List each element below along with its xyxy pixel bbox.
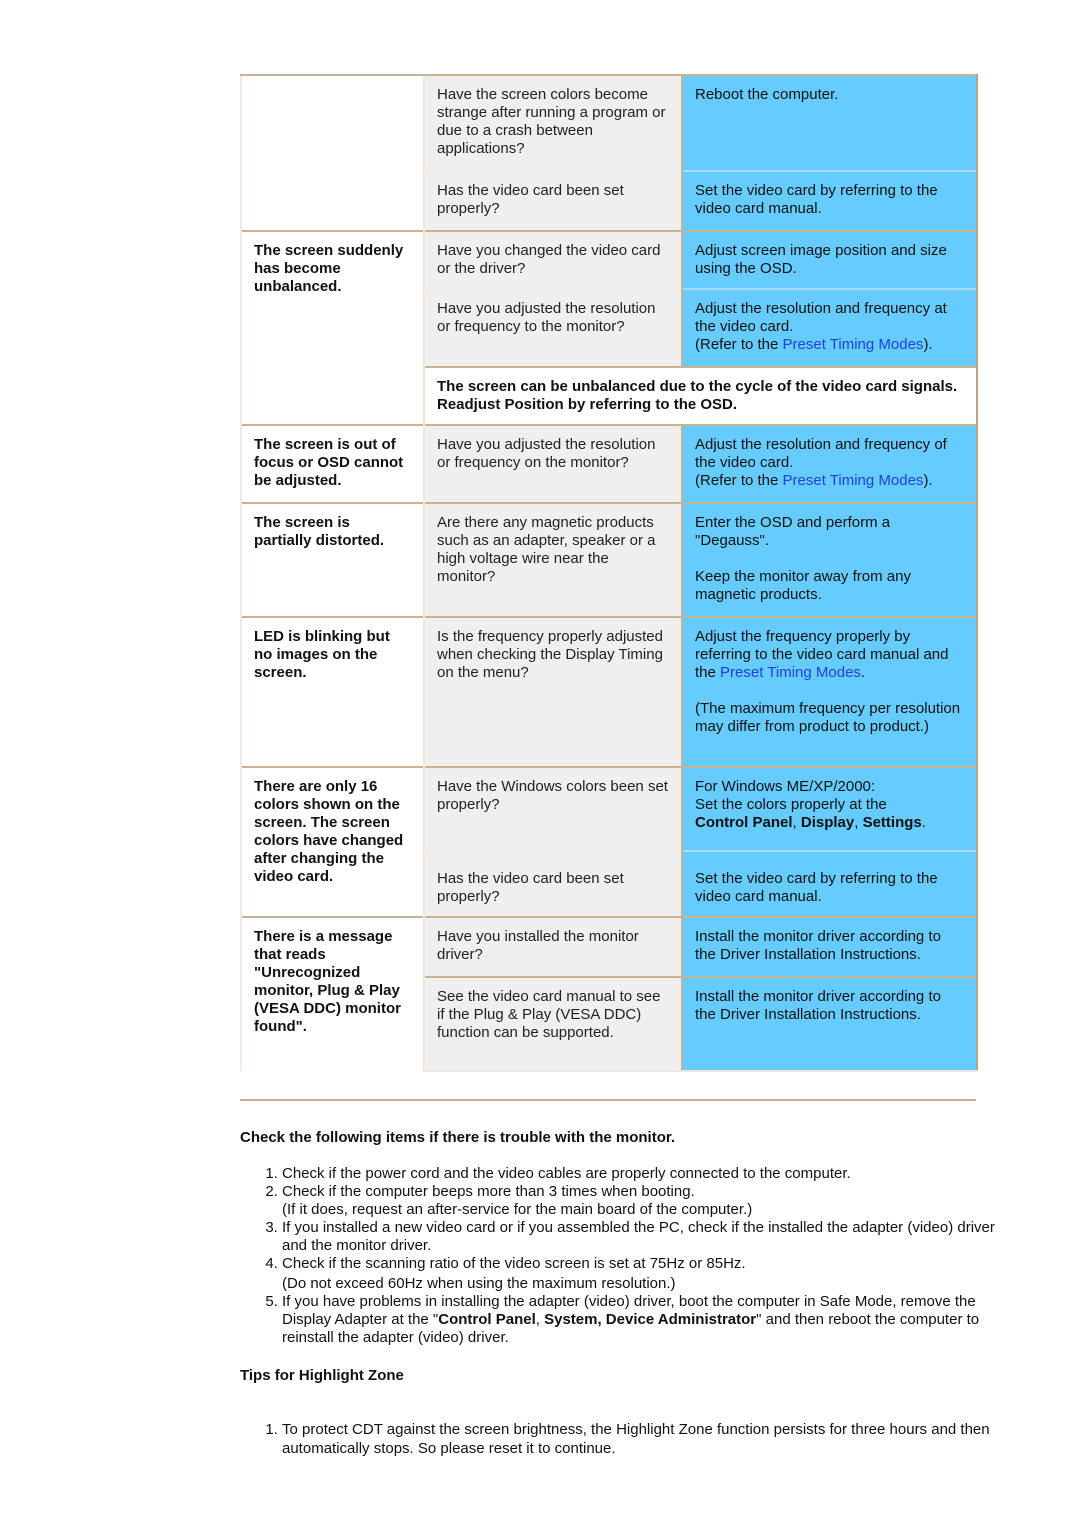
table-row: The screen suddenly has become unbalance…: [240, 230, 978, 425]
list-item-subtext: (If it does, request an after-service fo…: [282, 1201, 753, 1218]
troubleshooting-table: Have the screen colors become strange af…: [240, 74, 978, 1072]
answer-text: ).: [923, 472, 933, 489]
answer-cell: Install the monitor driver according to …: [681, 976, 978, 1072]
list-item-bold: System, Device Administrator: [544, 1311, 757, 1328]
answer-cell: Enter the OSD and perform a "Degauss". K…: [681, 502, 978, 617]
note-cell: The screen can be unbalanced due to the …: [423, 366, 978, 425]
table-row: There is a message that reads "Unrecogni…: [240, 916, 978, 1071]
list-item: To protect CDT against the screen bright…: [282, 1420, 1012, 1458]
answer-text: (Refer to the: [695, 336, 783, 353]
answer-text: Set the colors properly at the: [695, 796, 887, 813]
question-cell: Have the screen colors become strange af…: [423, 74, 682, 171]
question-cell: Have you adjusted the resolution or freq…: [423, 424, 682, 503]
symptom-cell: There is a message that reads "Unrecogni…: [240, 916, 424, 1071]
answer-cell: Reboot the computer.: [681, 74, 978, 171]
table-row: The screen is partially distorted. Are t…: [240, 502, 978, 617]
answer-text: (The maximum frequency per resolution ma…: [695, 700, 961, 735]
table-row: LED is blinking but no images on the scr…: [240, 616, 978, 767]
answer-cell: Install the monitor driver according to …: [681, 916, 978, 977]
separator: ,: [854, 814, 863, 831]
question-cell: See the video card manual to see if the …: [423, 976, 682, 1072]
separator: ,: [792, 814, 801, 831]
symptom-cell: The screen is out of focus or OSD cannot…: [240, 424, 424, 503]
preset-timing-modes-link[interactable]: Preset Timing Modes: [720, 664, 861, 681]
list-item-text: To protect CDT against the screen bright…: [282, 1421, 990, 1457]
answer-cell: Set the video card by referring to the v…: [681, 850, 978, 917]
table-row: Have the screen colors become strange af…: [240, 74, 978, 231]
list-item-subtext: (Do not exceed 60Hz when using the maxim…: [282, 1275, 676, 1292]
tips-list: To protect CDT against the screen bright…: [240, 1420, 1012, 1458]
check-heading: Check the following items if there is tr…: [240, 1129, 676, 1146]
question-cell: Is the frequency properly adjusted when …: [423, 616, 682, 767]
symptom-cell: LED is blinking but no images on the scr…: [240, 616, 424, 767]
list-item-text: Check if the scanning ratio of the video…: [282, 1255, 746, 1272]
symptom-cell: There are only 16 colors shown on the sc…: [240, 766, 424, 917]
table-row: There are only 16 colors shown on the sc…: [240, 766, 978, 917]
answer-text: Adjust the resolution and frequency of t…: [695, 436, 947, 471]
answer-cell: Set the video card by referring to the v…: [681, 170, 978, 231]
answer-cell: Adjust the frequency properly by referri…: [681, 616, 978, 767]
list-item-text: If you installed a new video card or if …: [282, 1219, 995, 1254]
tips-heading: Tips for Highlight Zone: [240, 1367, 404, 1384]
question-cell: Have you installed the monitor driver?: [423, 916, 682, 977]
list-item: Check if the computer beeps more than 3 …: [282, 1183, 1012, 1219]
answer-bold-text: Display: [800, 814, 855, 831]
answer-bold-text: Control Panel: [695, 814, 793, 831]
preset-timing-modes-link[interactable]: Preset Timing Modes: [783, 336, 924, 353]
question-cell: Are there any magnetic products such as …: [423, 502, 682, 617]
answer-cell: Adjust screen image position and size us…: [681, 230, 978, 289]
list-item-bold: Control Panel: [438, 1311, 536, 1328]
list-item: Check if the power cord and the video ca…: [282, 1165, 1012, 1183]
symptom-cell: The screen is partially distorted.: [240, 502, 424, 617]
question-cell: Have you adjusted the resolution or freq…: [423, 288, 682, 367]
answer-bold-text: Settings: [862, 814, 922, 831]
answer-cell: Adjust the resolution and frequency at t…: [681, 288, 978, 367]
preset-timing-modes-link[interactable]: Preset Timing Modes: [783, 472, 924, 489]
symptom-cell: [240, 74, 424, 231]
answer-cell: For Windows ME/XP/2000: Set the colors p…: [681, 766, 978, 851]
answer-text: Keep the monitor away from any magnetic …: [695, 568, 911, 603]
answer-text: (Refer to the: [695, 472, 783, 489]
list-item: If you installed a new video card or if …: [282, 1219, 1012, 1255]
list-item-text: Check if the computer beeps more than 3 …: [282, 1183, 695, 1200]
answer-text: For Windows ME/XP/2000:: [695, 778, 876, 795]
answer-text: Enter the OSD and perform a "Degauss".: [695, 514, 891, 549]
question-cell: Has the video card been set properly?: [423, 170, 682, 231]
question-cell: Have the Windows colors been set properl…: [423, 766, 682, 851]
question-cell: Has the video card been set properly?: [423, 850, 682, 917]
question-cell: Have you changed the video card or the d…: [423, 230, 682, 289]
troubleshooting-table-container: Have the screen colors become strange af…: [240, 74, 978, 1072]
table-row: The screen is out of focus or OSD cannot…: [240, 424, 978, 503]
check-list: Check if the power cord and the video ca…: [240, 1165, 1012, 1347]
list-item: Check if the scanning ratio of the video…: [282, 1255, 1012, 1293]
section-divider: [240, 1099, 976, 1101]
answer-text: Adjust the resolution and frequency at t…: [695, 300, 947, 335]
symptom-cell: The screen suddenly has become unbalance…: [240, 230, 424, 425]
list-item-text: Check if the power cord and the video ca…: [282, 1165, 851, 1182]
answer-text: .: [860, 664, 866, 681]
answer-cell: Adjust the resolution and frequency of t…: [681, 424, 978, 503]
answer-text: ).: [923, 336, 933, 353]
list-item: If you have problems in installing the a…: [282, 1293, 1012, 1347]
separator: .: [921, 814, 926, 831]
